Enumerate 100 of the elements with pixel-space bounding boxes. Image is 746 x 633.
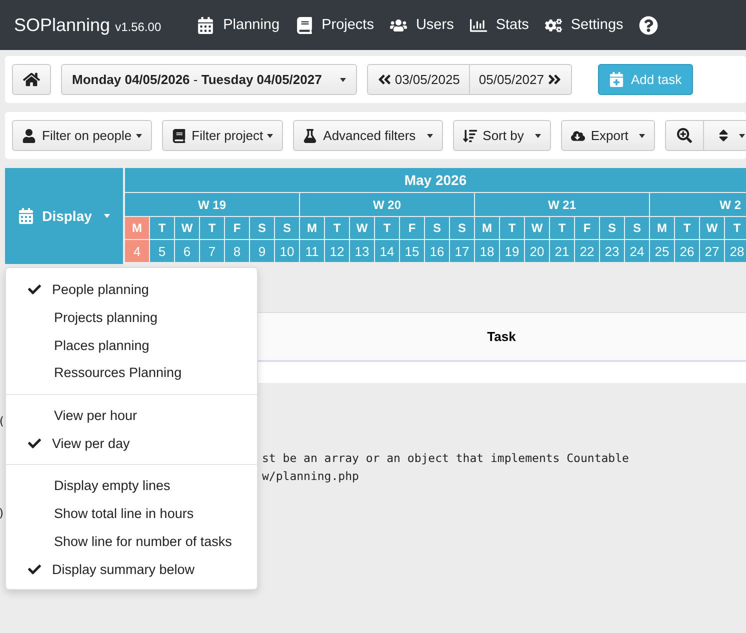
- date-cell: 4: [125, 240, 149, 262]
- weekday-cell: T: [725, 217, 746, 239]
- filter-button[interactable]: Filter on people: [12, 120, 152, 151]
- date-cell: 7: [200, 240, 224, 262]
- weekday-cell: S: [450, 217, 474, 239]
- help-icon[interactable]: [639, 16, 658, 34]
- menu-item[interactable]: People planning: [6, 276, 257, 304]
- menu-item[interactable]: View per hour: [6, 402, 257, 430]
- caret-icon: [739, 134, 746, 138]
- date-cell: 27: [700, 240, 724, 262]
- week-header: W 19: [125, 193, 299, 216]
- date-cell: 6: [175, 240, 199, 262]
- weekday-cell: S: [625, 217, 649, 239]
- nav-link[interactable]: Users: [390, 16, 454, 34]
- zoom-in-icon: [677, 128, 692, 143]
- check-icon: [28, 283, 41, 296]
- menu-item[interactable]: View per day: [6, 429, 257, 458]
- date-cell: 25: [650, 240, 674, 262]
- nav-link[interactable]: Stats: [470, 16, 529, 34]
- home-button[interactable]: [12, 64, 51, 95]
- caret-icon: [340, 78, 346, 82]
- date-cell: 26: [675, 240, 699, 262]
- month-header: May 2026: [125, 168, 746, 192]
- sort-icon: [462, 128, 477, 142]
- date-cell: 16: [425, 240, 449, 262]
- nav-link[interactable]: Planning: [197, 16, 280, 34]
- check-icon: [28, 562, 41, 576]
- week-header: W 20: [300, 193, 474, 216]
- weekday-cell: W: [175, 217, 199, 239]
- weekday-cell: S: [600, 217, 624, 239]
- row-height-button[interactable]: [704, 120, 746, 151]
- filter-button[interactable]: Filter project: [162, 120, 284, 151]
- weekday-cell: T: [375, 217, 399, 239]
- brand-name[interactable]: SOPlanning v1.56.00: [14, 14, 162, 36]
- caret-icon: [267, 134, 274, 138]
- weekday-cell: M: [300, 217, 324, 239]
- date-cell: 17: [450, 240, 474, 262]
- filter-button[interactable]: Sort by: [452, 120, 551, 151]
- date-cell: 15: [400, 240, 424, 262]
- weekday-cell: M: [475, 217, 499, 239]
- menu-item[interactable]: Display summary below: [6, 555, 257, 583]
- date-range-dropdown[interactable]: Monday 04/05/2026 - Tuesday 04/05/2027: [61, 64, 357, 95]
- menu-item[interactable]: Show total line in hours: [6, 500, 257, 528]
- date-cell: 13: [350, 240, 374, 262]
- date-cell: 21: [550, 240, 574, 262]
- double-chevron-right-icon: [547, 72, 562, 87]
- nav-label: Settings: [570, 17, 624, 33]
- nav-label: Planning: [223, 17, 280, 33]
- nav-label: Users: [416, 17, 454, 33]
- caret-icon: [534, 134, 541, 138]
- weekday-cell: T: [550, 217, 574, 239]
- error-text: st be an array or an object that implements Countable: [262, 450, 629, 464]
- cloud-download-icon: [570, 128, 585, 142]
- flask-icon: [303, 128, 318, 142]
- next-button[interactable]: 05/05/2027: [470, 64, 572, 95]
- weekday-cell: S: [275, 217, 299, 239]
- date-cell: 23: [600, 240, 624, 262]
- weekday-cell: M: [125, 217, 149, 239]
- date-cell: 9: [250, 240, 274, 262]
- date-cell: 18: [475, 240, 499, 262]
- weekday-cell: T: [675, 217, 699, 239]
- column-header: Task: [487, 329, 516, 344]
- weekday-cell: W: [350, 217, 374, 239]
- nav-link[interactable]: Settings: [544, 16, 624, 34]
- menu-item[interactable]: Show line for number of tasks: [6, 528, 257, 556]
- date-cell: 10: [275, 240, 299, 262]
- calendar-icon: [18, 208, 34, 224]
- date-cell: 11: [300, 240, 324, 262]
- nav-label: Projects: [322, 17, 374, 33]
- calendar-icon: [197, 16, 214, 34]
- menu-item[interactable]: Ressources Planning: [6, 359, 257, 387]
- nav-label: Stats: [496, 17, 529, 33]
- date-cell: 12: [325, 240, 349, 262]
- weekday-cell: T: [150, 217, 174, 239]
- date-cell: 20: [525, 240, 549, 262]
- book-icon: [296, 16, 313, 34]
- check-icon: [28, 436, 41, 450]
- weekday-cell: M: [650, 217, 674, 239]
- error-text: w/planning.php: [262, 469, 359, 483]
- zoom-in-button[interactable]: [665, 120, 704, 151]
- previous-button[interactable]: 03/05/2025: [366, 64, 470, 95]
- filter-button[interactable]: Advanced filters: [293, 120, 443, 151]
- date-cell: 24: [625, 240, 649, 262]
- menu-item[interactable]: Display empty lines: [6, 472, 257, 500]
- error-text: (: [0, 414, 5, 428]
- week-header: W 2: [650, 193, 746, 216]
- nav-link[interactable]: Projects: [296, 16, 374, 34]
- date-cell: 5: [150, 240, 174, 262]
- bar-chart-icon: [470, 16, 487, 34]
- weekday-cell: T: [325, 217, 349, 239]
- caret-icon: [426, 134, 433, 138]
- date-cell: 28: [725, 240, 746, 262]
- menu-item[interactable]: Projects planning: [6, 304, 257, 332]
- weekday-cell: T: [200, 217, 224, 239]
- weekday-cell: S: [425, 217, 449, 239]
- weekday-cell: W: [700, 217, 724, 239]
- menu-item[interactable]: Places planning: [6, 331, 257, 360]
- filter-button[interactable]: Export: [560, 120, 656, 151]
- week-header: W 21: [475, 193, 649, 216]
- weekday-cell: F: [225, 217, 249, 239]
